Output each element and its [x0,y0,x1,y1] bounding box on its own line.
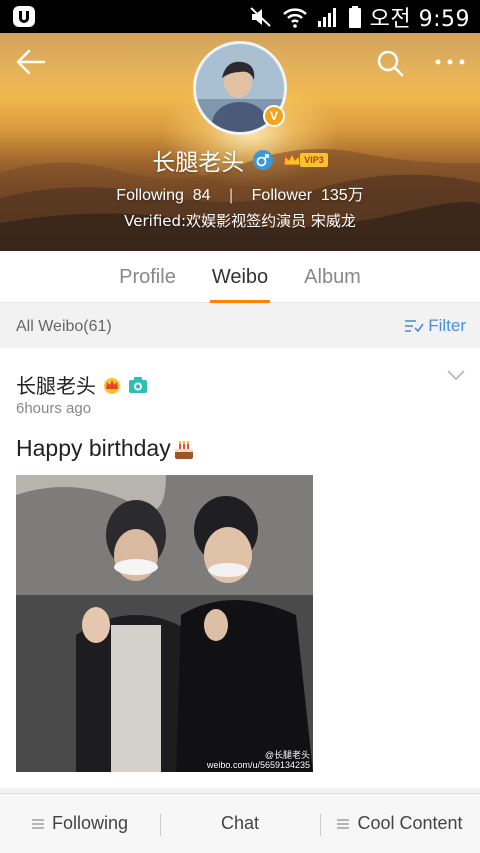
chat-button-label: Chat [220,813,260,833]
user-name: 长腿老头 [152,150,245,176]
status-bar: 오전 9:59 [0,0,480,33]
image-watermark: @长腿老头 weibo.com/u/5659134235 [206,750,310,770]
app-notification-icon [13,6,35,27]
tab-profile[interactable]: Profile [117,251,178,303]
verified-badge-icon: V [263,105,285,127]
verified-info: Verified:欢娱影视签约演员 宋威龙 [124,212,356,230]
birthday-cake-icon [174,440,193,459]
cool-content-button-label: Cool Content [357,813,463,833]
male-gender-icon [253,150,274,170]
battery-icon [348,5,361,28]
post-author-row: 长腿老头 [16,370,148,399]
stats-divider: | [229,187,234,204]
post-time: 6hours ago [16,400,92,417]
following-button[interactable]: Following [0,794,160,853]
all-weibo-count[interactable]: All Weibo(61) [16,318,112,336]
post-text: Happy birthday [16,435,195,462]
camera-icon [129,376,147,393]
filter-button[interactable]: Filter [404,316,466,336]
profile-tabs: Profile Weibo Album [0,251,480,303]
chevron-down-icon[interactable] [446,368,466,382]
tab-weibo[interactable]: Weibo [209,251,271,303]
menu-icon [337,818,350,829]
clock: 오전 9:59 [369,6,470,32]
post-photo-art [16,475,313,772]
back-arrow-icon[interactable] [14,47,48,77]
filter-label: Filter [428,316,466,335]
cool-content-button[interactable]: Cool Content [320,794,480,853]
search-icon[interactable] [374,47,406,79]
name-row: 长腿老头 VIP3 [0,143,480,177]
post-image[interactable]: @长腿老头 weibo.com/u/5659134235 [16,475,313,772]
crown-icon [283,152,301,166]
following-button-label: Following [51,813,129,833]
chat-button[interactable]: Chat [160,794,320,853]
vip-badge[interactable]: VIP3 [282,151,328,169]
bottom-action-bar: Following Chat Cool Content [0,793,480,853]
tab-album[interactable]: Album [302,251,363,303]
menu-icon [31,818,44,829]
post-author-name[interactable]: 长腿老头 [16,370,96,399]
mute-icon [249,6,271,27]
post-text-content: Happy birthday [16,435,171,461]
filter-icon [405,320,424,333]
status-icons: 오전 9:59 [248,0,470,33]
weibo-list-header: All Weibo(61) Filter [0,304,480,348]
weibo-post-card[interactable]: 长腿老头 6hours ago Happy birthday @长腿老头 wei… [0,348,480,788]
vip-crown-icon [104,377,120,394]
vip-level: VIP3 [300,153,328,167]
more-options-icon[interactable] [430,47,470,77]
follower-stat[interactable]: Follower 135万 [252,187,364,204]
screen: 오전 9:59 V 长腿老头 VIP3 Following 84 | Follo… [0,0,480,853]
profile-header: V 长腿老头 VIP3 Following 84 | Follower 135万… [0,33,480,251]
follow-stats: Following 84 | Follower 135万 [0,181,480,205]
following-stat[interactable]: Following 84 [116,187,210,204]
signal-icon [317,7,336,27]
wifi-icon [282,7,307,28]
